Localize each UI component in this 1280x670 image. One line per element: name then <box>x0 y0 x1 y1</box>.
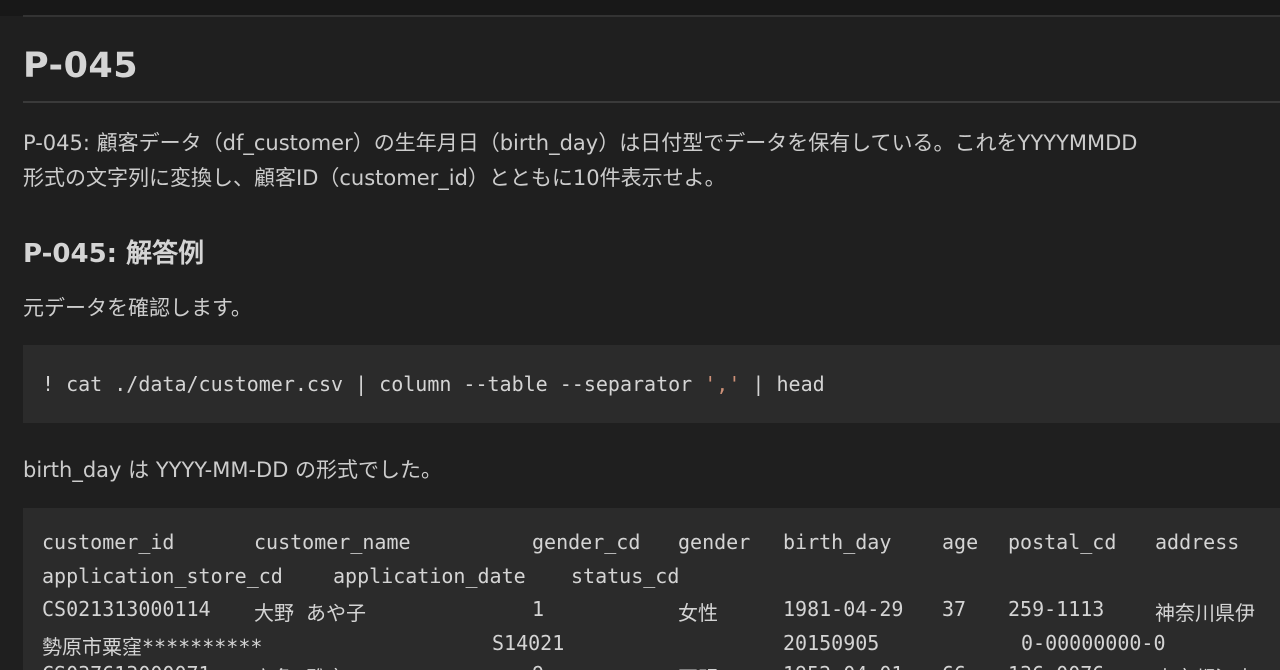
code-cell[interactable]: ! cat ./data/customer.csv | column --tab… <box>23 345 1280 423</box>
table-cell: status_cd <box>571 564 680 588</box>
table-cell: birth_day <box>783 530 892 554</box>
divider <box>23 15 1280 17</box>
table-cell: address <box>1155 530 1240 554</box>
table-cell: age <box>942 530 979 554</box>
table-cell: 66 <box>942 662 966 670</box>
table-cell: application_date <box>333 564 526 588</box>
table-cell: customer_id <box>42 530 175 554</box>
table-cell: 136-0076 <box>1008 662 1104 670</box>
table-cell: 37 <box>942 597 967 621</box>
table-cell: 六角 雅彦 <box>254 662 346 670</box>
table-cell: 20150905 <box>783 631 880 655</box>
table-cell: application_store_cd <box>42 564 283 588</box>
table-cell: 1 <box>532 597 545 621</box>
table-cell: 神奈川県伊 <box>1155 601 1255 625</box>
problem-line: 形式の文字列に変換し、顧客ID（customer_id）とともに10件表示せよ。 <box>23 166 726 190</box>
page-title: P-045 <box>23 46 139 86</box>
table-cell: 勢原市粟窪********** <box>42 635 263 659</box>
table-cell: 女性 <box>678 601 718 625</box>
top-bar <box>0 0 1280 16</box>
table-cell: 東京都江東 <box>1155 662 1255 670</box>
answer-heading: P-045: 解答例 <box>23 239 205 269</box>
table-cell: gender <box>678 530 751 554</box>
table-cell: postal_cd <box>1008 530 1117 554</box>
format-note: birth_day は YYYY-MM-DD の形式でした。 <box>23 458 443 482</box>
title-divider <box>23 101 1280 103</box>
table-cell: 不明 <box>678 662 718 670</box>
table-cell: 大野 あや子 <box>254 601 367 625</box>
table-cell: 1981-04-29 <box>783 597 904 621</box>
output-header-line: customer_id customer_name gender_cd gend… <box>42 530 1280 560</box>
output-row: 勢原市粟窪********** S14021 20150905 0-000000… <box>42 631 1280 661</box>
problem-statement: P-045: 顧客データ（df_customer）の生年月日（birth_day… <box>23 126 1280 196</box>
table-cell: gender_cd <box>532 530 641 554</box>
code-line[interactable]: ! cat ./data/customer.csv | column --tab… <box>42 372 825 396</box>
code-prefix: ! cat ./data/customer.csv | column --tab… <box>42 372 705 396</box>
problem-line: P-045: 顧客データ（df_customer）の生年月日（birth_day… <box>23 131 1138 155</box>
table-cell: 259-1113 <box>1008 597 1105 621</box>
table-cell: CS037613000071 <box>42 662 211 670</box>
intro-text: 元データを確認します。 <box>23 296 252 320</box>
table-cell: 9 <box>532 662 544 670</box>
output-cell: customer_id customer_name gender_cd gend… <box>23 508 1280 670</box>
table-cell: customer_name <box>254 530 411 554</box>
code-suffix: | head <box>740 372 825 396</box>
output-row: CS021313000114 大野 あや子 1 女性 1981-04-29 37… <box>42 597 1280 627</box>
table-cell: CS021313000114 <box>42 597 211 621</box>
table-cell: 1952-04-01 <box>783 662 903 670</box>
table-cell: S14021 <box>492 631 565 655</box>
output-row: CS037613000071 六角 雅彦 9 不明 1952-04-01 66 … <box>42 662 1280 670</box>
output-header-line: application_store_cd application_date st… <box>42 564 1280 594</box>
table-cell: 0-00000000-0 <box>1021 631 1166 655</box>
code-string-literal: ',' <box>704 372 741 396</box>
